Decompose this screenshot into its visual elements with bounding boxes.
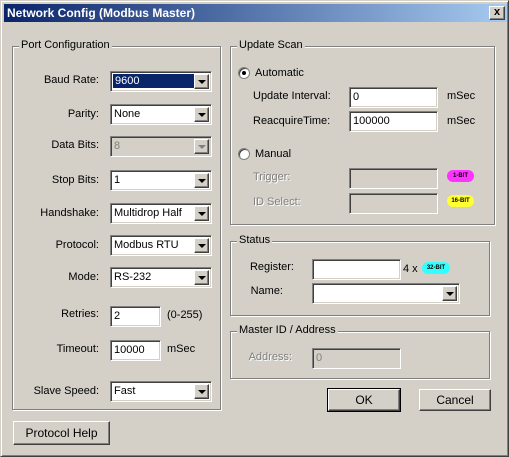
reacquire-time-label: ReacquireTime:: [253, 115, 331, 127]
timeout-input[interactable]: 10000: [110, 340, 161, 361]
retries-range: (0-255): [167, 309, 203, 321]
slave-speed-value: Fast: [114, 385, 136, 397]
name-select[interactable]: [312, 283, 460, 304]
chevron-down-icon[interactable]: [194, 206, 209, 221]
update-interval-label: Update Interval:: [253, 90, 331, 102]
chevron-down-icon[interactable]: [194, 270, 209, 285]
manual-label[interactable]: Manual: [255, 148, 291, 160]
handshake-value: Multidrop Half: [114, 207, 182, 219]
ok-label: OK: [355, 393, 373, 407]
parity-value: None: [114, 108, 141, 120]
chevron-down-icon: [194, 139, 209, 154]
status-legend: Status: [237, 234, 273, 246]
update-interval-unit: mSec: [447, 90, 476, 102]
cancel-button[interactable]: Cancel: [419, 389, 491, 411]
parity-select[interactable]: None: [110, 104, 212, 125]
retries-input[interactable]: 2: [110, 306, 161, 327]
protocol-help-button[interactable]: Protocol Help: [13, 421, 110, 445]
baud-rate-value: 9600: [113, 74, 199, 88]
16-bit-badge-icon: 16-BIT: [447, 195, 474, 207]
stop-bits-value: 1: [114, 174, 121, 186]
trigger-input: [349, 168, 438, 189]
stop-bits-label: Stop Bits:: [51, 174, 99, 186]
close-icon: x: [493, 6, 501, 18]
automatic-radio[interactable]: [238, 67, 250, 79]
1-bit-badge-icon: 1-BIT: [447, 170, 474, 182]
reacquire-time-input[interactable]: 100000: [349, 111, 438, 132]
protocol-select[interactable]: Modbus RTU: [110, 235, 212, 256]
close-button[interactable]: x: [489, 6, 505, 20]
mode-select[interactable]: RS-232: [110, 267, 212, 288]
data-bits-select: 8: [110, 136, 212, 157]
baud-rate-label: Baud Rate:: [43, 74, 99, 86]
data-bits-value: 8: [114, 140, 121, 152]
manual-radio[interactable]: [238, 148, 250, 160]
update-scan-legend: Update Scan: [237, 39, 305, 51]
protocol-help-label: Protocol Help: [25, 426, 98, 440]
retries-label: Retries:: [61, 308, 99, 320]
protocol-label: Protocol:: [55, 239, 99, 251]
ok-button[interactable]: OK: [327, 388, 401, 412]
slave-speed-label: Slave Speed:: [33, 385, 99, 397]
reacquire-time-unit: mSec: [447, 115, 476, 127]
chevron-down-icon[interactable]: [194, 173, 209, 188]
window-title: Network Config (Modbus Master): [7, 6, 195, 20]
slave-speed-select[interactable]: Fast: [110, 381, 212, 402]
id-select-input: [349, 193, 438, 214]
cancel-label: Cancel: [436, 393, 474, 407]
update-interval-input[interactable]: 0: [349, 87, 438, 108]
chevron-down-icon[interactable]: [194, 384, 209, 399]
dialog-window: Network Config (Modbus Master) x Port Co…: [0, 0, 509, 457]
parity-label: Parity:: [67, 108, 99, 120]
master-id-legend: Master ID / Address: [237, 324, 338, 336]
chevron-down-icon[interactable]: [194, 238, 209, 253]
32-bit-badge-icon: 32-BIT: [422, 262, 450, 274]
register-input[interactable]: [312, 259, 401, 280]
timeout-unit: mSec: [167, 343, 196, 355]
baud-rate-select[interactable]: 9600: [110, 71, 212, 92]
port-configuration-legend: Port Configuration: [19, 39, 112, 51]
automatic-label[interactable]: Automatic: [255, 67, 304, 79]
chevron-down-icon[interactable]: [194, 107, 209, 122]
mode-value: RS-232: [114, 271, 152, 283]
name-label: Name:: [250, 285, 283, 297]
register-prefix: 4 x: [403, 263, 418, 275]
title-bar[interactable]: Network Config (Modbus Master) x: [4, 4, 507, 22]
chevron-down-icon[interactable]: [194, 74, 209, 89]
data-bits-label: Data Bits:: [51, 139, 99, 151]
address-label: Address:: [248, 351, 292, 363]
chevron-down-icon[interactable]: [442, 286, 457, 301]
handshake-label: Handshake:: [40, 207, 99, 219]
register-label: Register:: [249, 261, 294, 273]
handshake-select[interactable]: Multidrop Half: [110, 203, 212, 224]
address-input: 0: [312, 348, 401, 369]
stop-bits-select[interactable]: 1: [110, 170, 212, 191]
trigger-label: Trigger:: [253, 171, 291, 183]
timeout-label: Timeout:: [56, 343, 99, 355]
mode-label: Mode:: [68, 271, 99, 283]
id-select-label: ID Select:: [253, 196, 301, 208]
protocol-value: Modbus RTU: [114, 239, 179, 251]
